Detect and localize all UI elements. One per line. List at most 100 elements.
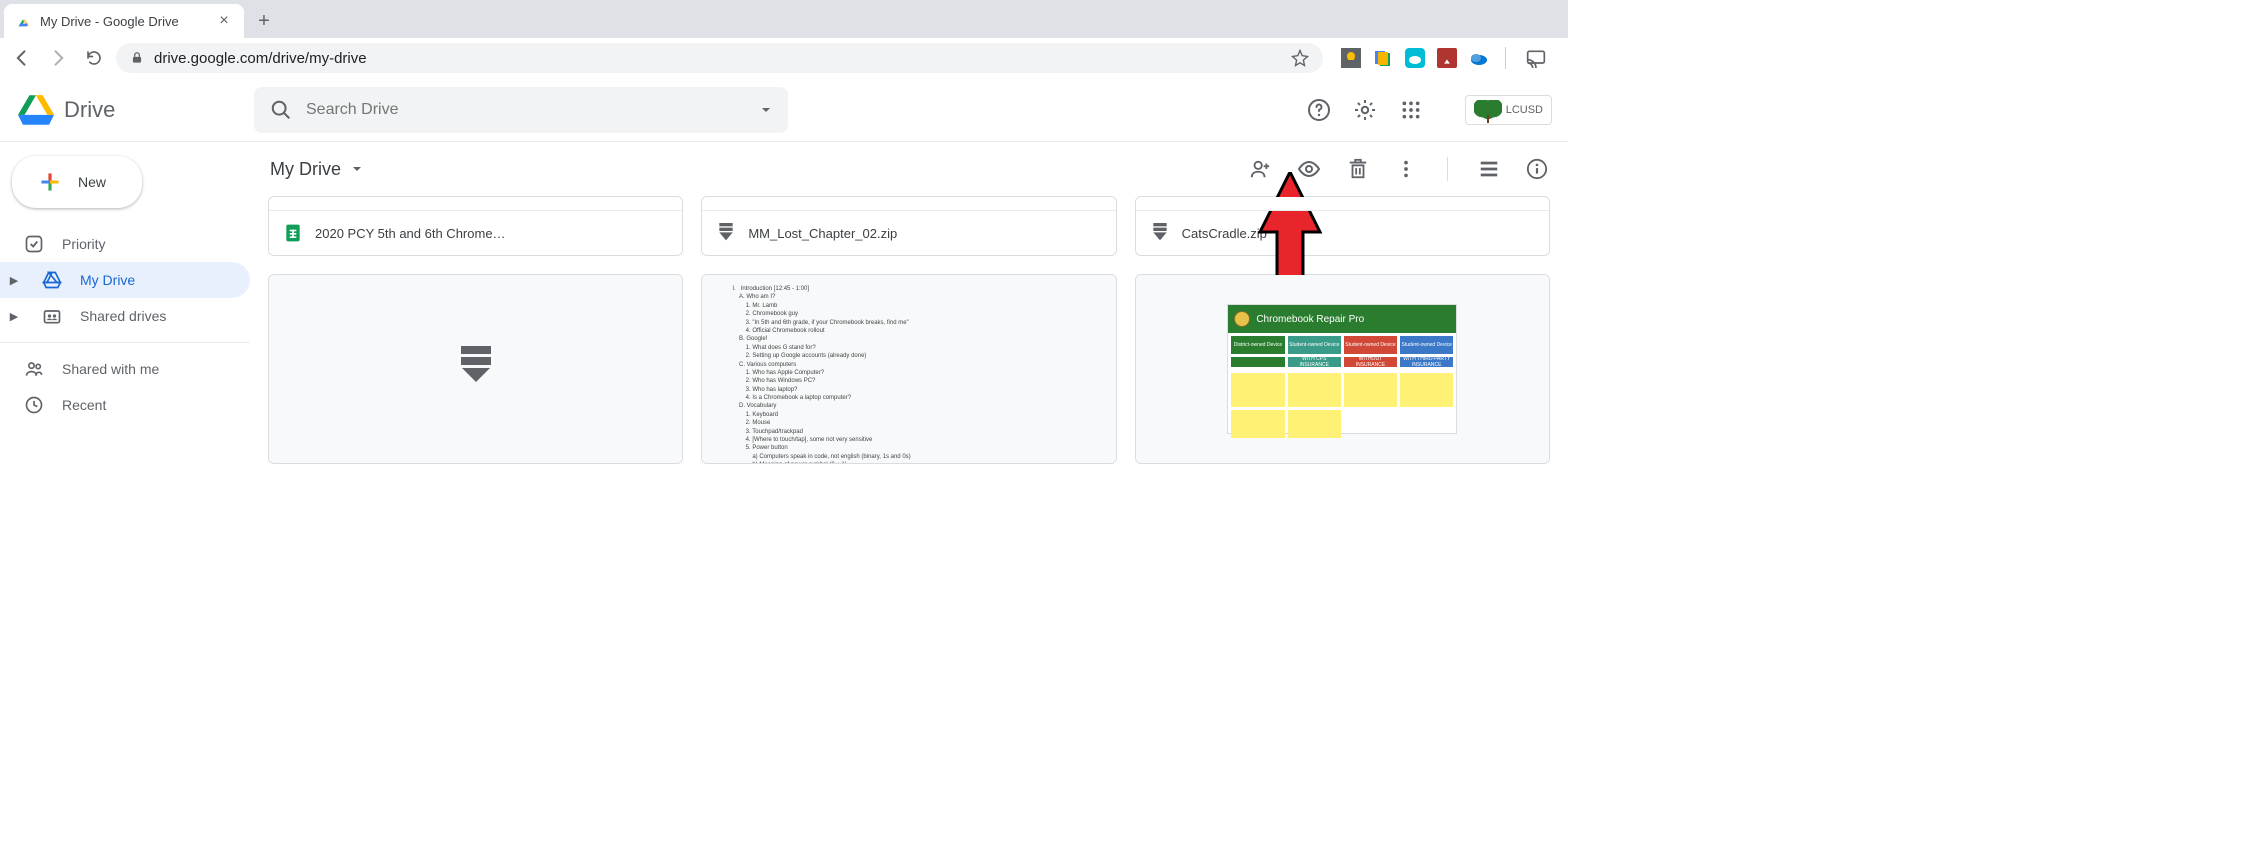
- plus-icon: [36, 168, 64, 196]
- drive-logo-icon: [16, 92, 56, 128]
- slides-title: Chromebook Repair Pro: [1256, 314, 1364, 325]
- selection-actions: [1249, 157, 1548, 181]
- browser-chrome: My Drive - Google Drive × + drive.google…: [0, 0, 1568, 78]
- slide-chip: Student-owned Device: [1288, 336, 1341, 354]
- drive-product-name: Drive: [64, 97, 115, 123]
- search-input[interactable]: [306, 101, 746, 119]
- zip-icon: [458, 346, 494, 392]
- details-info-icon[interactable]: [1526, 158, 1548, 180]
- forward-button[interactable]: [44, 44, 72, 72]
- lock-icon: [130, 51, 144, 65]
- drive-favicon: [16, 13, 32, 29]
- file-card[interactable]: MM_Lost_Chapter_02.zip: [701, 196, 1116, 256]
- file-preview: I. Introduction [12:45 - 1:00] A. Who am…: [702, 275, 1115, 463]
- tab-close-icon[interactable]: ×: [216, 13, 232, 29]
- sidebar-item-shared-drives[interactable]: ▶ Shared drives: [0, 298, 250, 334]
- breadcrumb[interactable]: My Drive: [270, 159, 363, 180]
- extension-icon-2[interactable]: [1373, 48, 1393, 68]
- sidebar-item-priority[interactable]: Priority: [0, 226, 250, 262]
- slide-subchip: WITH CPS INSURANCE: [1288, 357, 1341, 367]
- more-actions-icon[interactable]: [1395, 158, 1417, 180]
- file-grid: 2020 PCY 5th and 6th Chrome… MM_Lost_Cha…: [250, 196, 1568, 464]
- tab-title: My Drive - Google Drive: [40, 14, 216, 29]
- list-view-icon[interactable]: [1478, 158, 1500, 180]
- shared-drives-icon: [42, 306, 62, 326]
- expand-caret-icon[interactable]: ▶: [4, 274, 24, 287]
- sidebar-divider: [0, 342, 250, 343]
- cast-icon[interactable]: [1522, 44, 1550, 72]
- slide-note: [1231, 410, 1284, 438]
- breadcrumb-label: My Drive: [270, 159, 341, 180]
- search-bar[interactable]: [254, 87, 788, 133]
- support-icon[interactable]: [1307, 98, 1331, 122]
- sidebar-item-recent[interactable]: Recent: [0, 387, 250, 423]
- sidebar-item-label: Recent: [62, 397, 106, 413]
- url-text: drive.google.com/drive/my-drive: [154, 50, 1281, 67]
- slide-note: [1288, 373, 1341, 407]
- new-button[interactable]: New: [12, 156, 142, 208]
- file-name: 2020 PCY 5th and 6th Chrome…: [315, 226, 506, 241]
- search-options-caret-icon[interactable]: [760, 104, 772, 116]
- main-layout: New Priority ▶ My Drive ▶: [0, 142, 1568, 464]
- slide-note: [1231, 373, 1284, 407]
- file-preview: [702, 197, 1115, 211]
- sidebar-item-label: My Drive: [80, 272, 135, 288]
- shared-with-me-icon: [24, 359, 44, 379]
- search-icon: [270, 99, 292, 121]
- slide-subchip: WITHOUT INSURANCE: [1344, 357, 1397, 367]
- bookmark-star-icon[interactable]: [1291, 49, 1309, 67]
- extension-icon-4[interactable]: [1437, 48, 1457, 68]
- priority-icon: [24, 234, 44, 254]
- file-preview: Chromebook Repair Pro District-owned Dev…: [1136, 275, 1549, 463]
- content-area: My Drive: [250, 142, 1568, 464]
- file-name: CatsCradle.zip: [1182, 226, 1267, 241]
- file-card[interactable]: I. Introduction [12:45 - 1:00] A. Who am…: [701, 274, 1116, 464]
- file-card[interactable]: 2020 PCY 5th and 6th Chrome…: [268, 196, 683, 256]
- slide-note: [1288, 410, 1341, 438]
- slide-subchip: WITH THIRD-PARTY INSURANCE: [1400, 357, 1453, 367]
- breadcrumb-caret-icon: [351, 163, 363, 175]
- drive-header: Drive LCUSD: [0, 78, 1568, 142]
- new-tab-button[interactable]: +: [250, 7, 278, 35]
- extension-icons: [1331, 44, 1560, 72]
- extension-icon-5[interactable]: [1469, 48, 1489, 68]
- file-preview: [1136, 197, 1549, 211]
- extension-icon-1[interactable]: [1341, 48, 1361, 68]
- sidebar-item-label: Priority: [62, 236, 106, 252]
- file-card[interactable]: CatsCradle.zip: [1135, 196, 1550, 256]
- browser-tab[interactable]: My Drive - Google Drive ×: [4, 4, 244, 38]
- apps-grid-icon[interactable]: [1399, 98, 1423, 122]
- zip-icon: [1150, 223, 1170, 243]
- action-divider: [1447, 157, 1448, 181]
- sidebar-item-shared-with-me[interactable]: Shared with me: [0, 351, 250, 387]
- file-card[interactable]: Chromebook Repair Pro District-owned Dev…: [1135, 274, 1550, 464]
- org-account-badge[interactable]: LCUSD: [1465, 95, 1552, 125]
- sidebar-item-label: Shared with me: [62, 361, 159, 377]
- file-card[interactable]: [268, 274, 683, 464]
- preview-eye-icon[interactable]: [1297, 157, 1321, 181]
- sheets-icon: [283, 223, 303, 243]
- address-bar[interactable]: drive.google.com/drive/my-drive: [116, 43, 1323, 73]
- slide-note: [1400, 373, 1453, 407]
- sidebar: New Priority ▶ My Drive ▶: [0, 142, 250, 464]
- slides-preview: Chromebook Repair Pro District-owned Dev…: [1227, 304, 1457, 434]
- toolbar-divider: [1505, 47, 1506, 69]
- sidebar-item-my-drive[interactable]: ▶ My Drive: [0, 262, 250, 298]
- expand-caret-icon[interactable]: ▶: [4, 310, 24, 323]
- recent-clock-icon: [24, 395, 44, 415]
- settings-gear-icon[interactable]: [1353, 98, 1377, 122]
- back-button[interactable]: [8, 44, 36, 72]
- reload-button[interactable]: [80, 44, 108, 72]
- file-preview: [269, 197, 682, 211]
- trash-icon[interactable]: [1347, 158, 1369, 180]
- browser-toolbar: drive.google.com/drive/my-drive: [0, 38, 1568, 78]
- new-button-label: New: [78, 174, 106, 190]
- drive-logo[interactable]: Drive: [16, 92, 246, 128]
- slide-note: [1344, 373, 1397, 407]
- extension-icon-3[interactable]: [1405, 48, 1425, 68]
- zip-icon: [716, 223, 736, 243]
- file-preview: [269, 275, 682, 463]
- sidebar-item-label: Shared drives: [80, 308, 166, 324]
- slide-chip: Student-owned Device: [1400, 336, 1453, 354]
- share-person-icon[interactable]: [1249, 158, 1271, 180]
